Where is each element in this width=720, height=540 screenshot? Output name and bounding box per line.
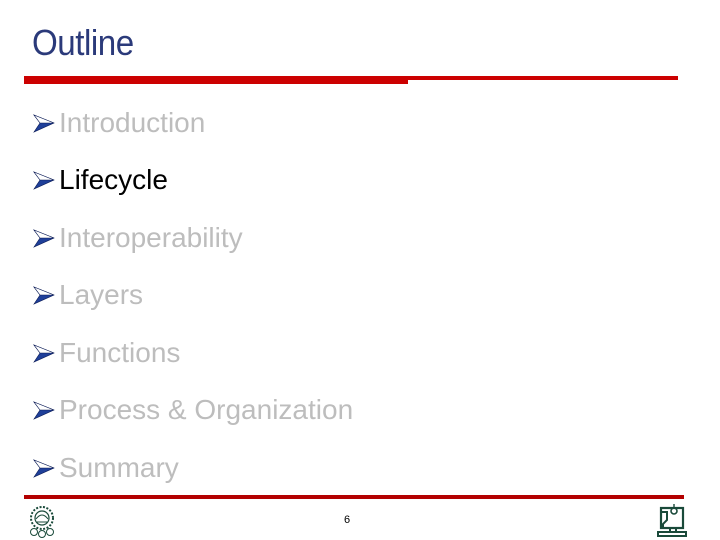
arrowhead-icon — [33, 229, 55, 248]
outline-item-introduction: Introduction — [33, 94, 353, 152]
slide-title: Outline — [32, 22, 134, 63]
arrowhead-icon — [33, 286, 55, 305]
outline-item-process-organization: Process & Organization — [33, 382, 353, 440]
arrowhead-icon — [33, 171, 55, 190]
title-divider-thick — [24, 76, 408, 84]
arrowhead-icon — [33, 401, 55, 420]
university-emblem-icon — [30, 506, 54, 538]
outline-item-layers: Layers — [33, 267, 353, 325]
outline-item-functions: Functions — [33, 324, 353, 382]
arrowhead-icon — [33, 114, 55, 133]
arrowhead-icon — [33, 459, 55, 478]
outline-item-label: Layers — [59, 279, 144, 311]
outline-item-label: Introduction — [59, 106, 206, 138]
outline-item-label: Summary — [59, 451, 179, 483]
outline-item-label: Functions — [59, 336, 181, 368]
page-number: 6 — [344, 514, 351, 526]
footer-divider — [24, 495, 684, 499]
outline-item-label: Interoperability — [59, 221, 243, 253]
outline-item-label: Lifecycle — [59, 164, 168, 196]
outline-item-label: Process & Organization — [59, 394, 354, 426]
outline-item-summary: Summary — [33, 439, 353, 497]
outline-item-lifecycle: Lifecycle — [33, 152, 353, 210]
outline-list: Introduction Lifecycle Interoperability … — [33, 94, 353, 497]
computer-terminal-icon — [657, 504, 687, 537]
outline-item-interoperability: Interoperability — [33, 209, 353, 267]
arrowhead-icon — [33, 344, 55, 363]
